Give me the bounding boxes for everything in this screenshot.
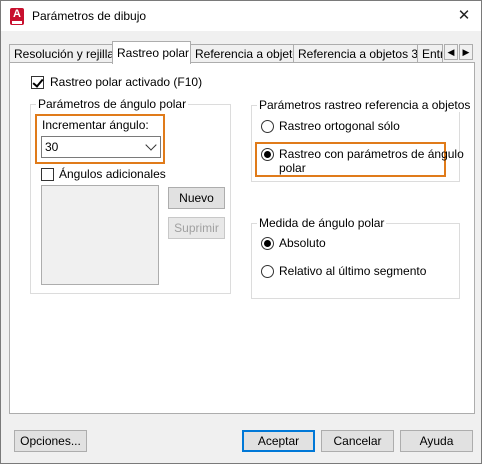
dialog-window: A Parámetros de dibujo ✕ Resolución y re…	[0, 0, 482, 464]
increment-angle-dropdown[interactable]: 30	[41, 136, 161, 158]
polar-settings-tracking-label-line1: Rastreo con parámetros de ángulo	[279, 147, 464, 161]
new-angle-button[interactable]: Nuevo	[168, 187, 225, 209]
polar-measure-group-title: Medida de ángulo polar	[257, 216, 387, 230]
delete-angle-button[interactable]: Suprimir	[168, 217, 225, 239]
chevron-down-icon	[145, 139, 157, 151]
relative-last-segment-label: Relativo al último segmento	[279, 264, 427, 278]
tab-strip: Resolución y rejilla Rastreo polar Refer…	[9, 41, 475, 64]
additional-angles-list[interactable]	[41, 185, 159, 285]
tab-input[interactable]: Entr	[417, 44, 443, 63]
absolute-label: Absoluto	[279, 236, 326, 250]
relative-last-segment-radio[interactable]	[261, 265, 274, 278]
tab-scroll-right-icon[interactable]: ▶	[459, 44, 473, 60]
absolute-radio[interactable]	[261, 237, 274, 250]
autocad-app-icon: A	[10, 8, 24, 25]
help-button[interactable]: Ayuda	[400, 430, 473, 452]
tab-scroll-left-icon[interactable]: ◀	[444, 44, 458, 60]
polar-tracking-checkbox[interactable]	[31, 76, 44, 89]
title-bar: A Parámetros de dibujo ✕	[1, 1, 481, 31]
additional-angles-label: Ángulos adicionales	[59, 167, 166, 181]
tab-polar-tracking[interactable]: Rastreo polar	[112, 41, 191, 64]
tab-object-snap[interactable]: Referencia a objetos	[190, 44, 305, 63]
options-button[interactable]: Opciones...	[14, 430, 87, 452]
polar-settings-tracking-label-line2: polar	[279, 161, 306, 175]
window-title: Parámetros de dibujo	[32, 9, 147, 23]
accept-button[interactable]: Aceptar	[242, 430, 315, 452]
orthogonal-tracking-radio[interactable]	[261, 120, 274, 133]
increment-angle-value: 30	[45, 140, 59, 154]
cancel-button[interactable]: Cancelar	[321, 430, 394, 452]
polar-measure-groupbox	[251, 223, 460, 299]
tab-object-snap-3d[interactable]: Referencia a objetos 3D	[293, 44, 427, 63]
polar-angle-group-title: Parámetros de ángulo polar	[36, 97, 189, 111]
tab-snap-grid[interactable]: Resolución y rejilla	[9, 44, 114, 63]
object-tracking-group-title: Parámetros rastreo referencia a objetos	[257, 98, 473, 112]
additional-angles-checkbox[interactable]	[41, 168, 54, 181]
increment-angle-label: Incrementar ángulo:	[42, 118, 149, 132]
tab-page-polar-tracking: Rastreo polar activado (F10) Parámetros …	[9, 62, 475, 414]
polar-tracking-label: Rastreo polar activado (F10)	[50, 75, 203, 89]
close-icon[interactable]: ✕	[447, 1, 481, 31]
polar-settings-tracking-radio[interactable]	[261, 148, 274, 161]
orthogonal-tracking-label: Rastreo ortogonal sólo	[279, 119, 400, 133]
